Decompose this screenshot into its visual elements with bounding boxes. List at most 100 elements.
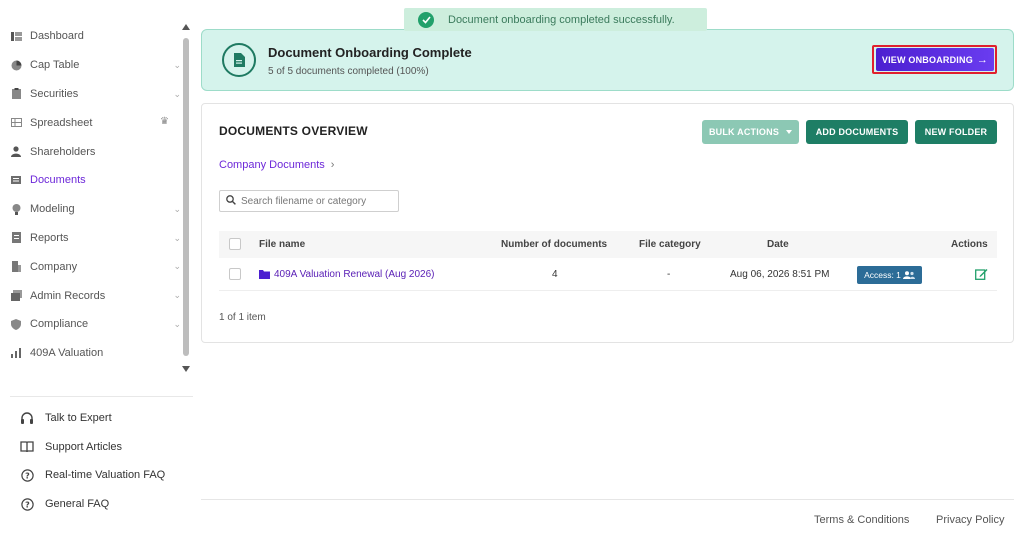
help-circle-icon: ? bbox=[20, 468, 34, 482]
sidebar-item-securities[interactable]: Securities ⌄ bbox=[0, 80, 183, 109]
sidebar-item-admin-records[interactable]: Admin Records ⌄ bbox=[0, 281, 183, 310]
users-icon bbox=[902, 271, 915, 279]
help-item-label: Talk to Expert bbox=[45, 412, 112, 425]
sidebar-item-label: Company bbox=[30, 260, 78, 273]
sidebar-item-company[interactable]: Company ⌄ bbox=[0, 252, 183, 281]
sidebar-item-compliance[interactable]: Compliance ⌄ bbox=[0, 310, 183, 339]
bulk-actions-label: BULK ACTIONS bbox=[708, 127, 780, 137]
help-item-support-articles[interactable]: Support Articles bbox=[0, 433, 195, 462]
bulb-icon bbox=[10, 203, 22, 215]
sidebar-item-spreadsheet[interactable]: Spreadsheet ♛ bbox=[0, 108, 183, 137]
sidebar-item-label: Spreadsheet bbox=[30, 116, 93, 129]
search-box[interactable] bbox=[219, 190, 399, 212]
privacy-link[interactable]: Privacy Policy bbox=[936, 514, 1004, 526]
arrow-right-icon: → bbox=[976, 53, 989, 66]
shield-icon bbox=[10, 318, 22, 330]
select-all-checkbox[interactable] bbox=[229, 238, 241, 250]
new-folder-label: NEW FOLDER bbox=[924, 127, 988, 137]
search-input[interactable] bbox=[241, 195, 391, 207]
view-onboarding-button[interactable]: VIEW ONBOARDING → bbox=[876, 48, 994, 71]
chevron-down-icon: ⌄ bbox=[173, 203, 181, 214]
column-file-category: File category bbox=[639, 239, 701, 250]
chevron-down-icon: ⌄ bbox=[173, 88, 181, 99]
sidebar-item-label: 409A Valuation bbox=[30, 347, 104, 360]
help-item-label: Support Articles bbox=[45, 440, 123, 453]
access-label: Access: 1 bbox=[864, 270, 901, 280]
scrollbar-thumb[interactable] bbox=[183, 38, 189, 356]
terms-link[interactable]: Terms & Conditions bbox=[814, 514, 909, 526]
caret-down-icon bbox=[786, 130, 793, 134]
sidebar-item-label: Dashboard bbox=[30, 30, 84, 43]
documents-title: DOCUMENTS OVERVIEW bbox=[219, 124, 368, 138]
view-onboarding-label: VIEW ONBOARDING bbox=[881, 54, 973, 65]
row-checkbox[interactable] bbox=[229, 268, 241, 280]
document-count: 4 bbox=[552, 269, 558, 280]
breadcrumb-company-documents[interactable]: Company Documents bbox=[219, 159, 325, 171]
help-item-general-faq[interactable]: ? General FAQ bbox=[0, 490, 195, 519]
dashboard-icon bbox=[10, 30, 22, 42]
documents-icon bbox=[10, 174, 22, 186]
chevron-down-icon: ⌄ bbox=[173, 232, 181, 243]
sidebar-item-label: Compliance bbox=[30, 318, 89, 331]
add-documents-button[interactable]: ADD DOCUMENTS bbox=[806, 120, 908, 144]
column-number-of-documents: Number of documents bbox=[501, 239, 608, 250]
chevron-down-icon: ⌄ bbox=[173, 261, 181, 272]
sidebar-item-documents[interactable]: Documents bbox=[0, 166, 183, 195]
person-icon bbox=[10, 146, 22, 158]
sidebar-item-shareholders[interactable]: Shareholders bbox=[0, 137, 183, 166]
onboarding-title: Document Onboarding Complete bbox=[268, 45, 472, 60]
pie-chart-icon bbox=[10, 59, 22, 71]
sidebar-item-label: Documents bbox=[30, 174, 86, 187]
spreadsheet-icon bbox=[10, 117, 22, 129]
sidebar-item-409a-valuation[interactable]: 409A Valuation bbox=[0, 339, 183, 368]
records-icon bbox=[10, 290, 22, 302]
success-toast: Document onboarding completed successful… bbox=[404, 8, 707, 31]
bulk-actions-button[interactable]: BULK ACTIONS bbox=[702, 120, 799, 144]
table-row: 409A Valuation Renewal (Aug 2026) 4 - Au… bbox=[219, 258, 997, 291]
footer-divider bbox=[201, 499, 1014, 500]
toast-message: Document onboarding completed successful… bbox=[448, 13, 675, 26]
file-name-link[interactable]: 409A Valuation Renewal (Aug 2026) bbox=[259, 269, 434, 280]
sidebar-item-label: Admin Records bbox=[30, 289, 106, 302]
breadcrumb[interactable]: Company Documents › bbox=[219, 159, 334, 171]
sidebar: Dashboard Cap Table ⌄ Securities ⌄ Sprea… bbox=[0, 0, 195, 538]
building-icon bbox=[10, 261, 22, 273]
sidebar-item-cap-table[interactable]: Cap Table ⌄ bbox=[0, 51, 183, 80]
column-file-name: File name bbox=[259, 239, 306, 250]
sidebar-nav: Dashboard Cap Table ⌄ Securities ⌄ Sprea… bbox=[0, 22, 183, 368]
clipboard-icon bbox=[10, 88, 22, 100]
documents-card: DOCUMENTS OVERVIEW BULK ACTIONS ADD DOCU… bbox=[201, 103, 1014, 343]
document-icon bbox=[222, 43, 256, 77]
access-badge[interactable]: Access: 1 bbox=[857, 266, 922, 284]
help-item-talk-to-expert[interactable]: Talk to Expert bbox=[0, 404, 195, 433]
pagination-info: 1 of 1 item bbox=[219, 312, 266, 323]
sidebar-divider bbox=[10, 396, 193, 397]
file-category: - bbox=[667, 269, 671, 280]
sidebar-item-modeling[interactable]: Modeling ⌄ bbox=[0, 195, 183, 224]
onboarding-progress-text: 5 of 5 documents completed (100%) bbox=[268, 66, 429, 77]
sidebar-item-dashboard[interactable]: Dashboard bbox=[0, 22, 183, 51]
crown-icon: ♛ bbox=[160, 116, 169, 128]
sidebar-item-label: Cap Table bbox=[30, 59, 80, 72]
file-name-text: 409A Valuation Renewal (Aug 2026) bbox=[274, 269, 435, 280]
svg-text:?: ? bbox=[25, 500, 30, 509]
scroll-up-arrow-icon[interactable] bbox=[182, 24, 190, 30]
chart-icon bbox=[10, 347, 22, 359]
table-header: File name Number of documents File categ… bbox=[219, 231, 997, 258]
help-item-valuation-faq[interactable]: ? Real-time Valuation FAQ bbox=[0, 461, 195, 490]
new-folder-button[interactable]: NEW FOLDER bbox=[915, 120, 997, 144]
sidebar-scrollbar[interactable] bbox=[182, 24, 191, 372]
sidebar-item-label: Shareholders bbox=[30, 145, 96, 158]
search-icon bbox=[226, 192, 236, 210]
edit-icon[interactable] bbox=[975, 267, 988, 285]
add-documents-label: ADD DOCUMENTS bbox=[815, 127, 899, 137]
report-icon bbox=[10, 232, 22, 244]
sidebar-item-reports[interactable]: Reports ⌄ bbox=[0, 224, 183, 253]
folder-icon bbox=[259, 270, 270, 279]
chevron-right-icon: › bbox=[330, 159, 335, 171]
scroll-down-arrow-icon[interactable] bbox=[182, 366, 190, 372]
chevron-down-icon: ⌄ bbox=[173, 59, 181, 70]
sidebar-item-label: Reports bbox=[30, 231, 69, 244]
column-date: Date bbox=[767, 239, 789, 250]
help-item-label: Real-time Valuation FAQ bbox=[45, 469, 166, 482]
